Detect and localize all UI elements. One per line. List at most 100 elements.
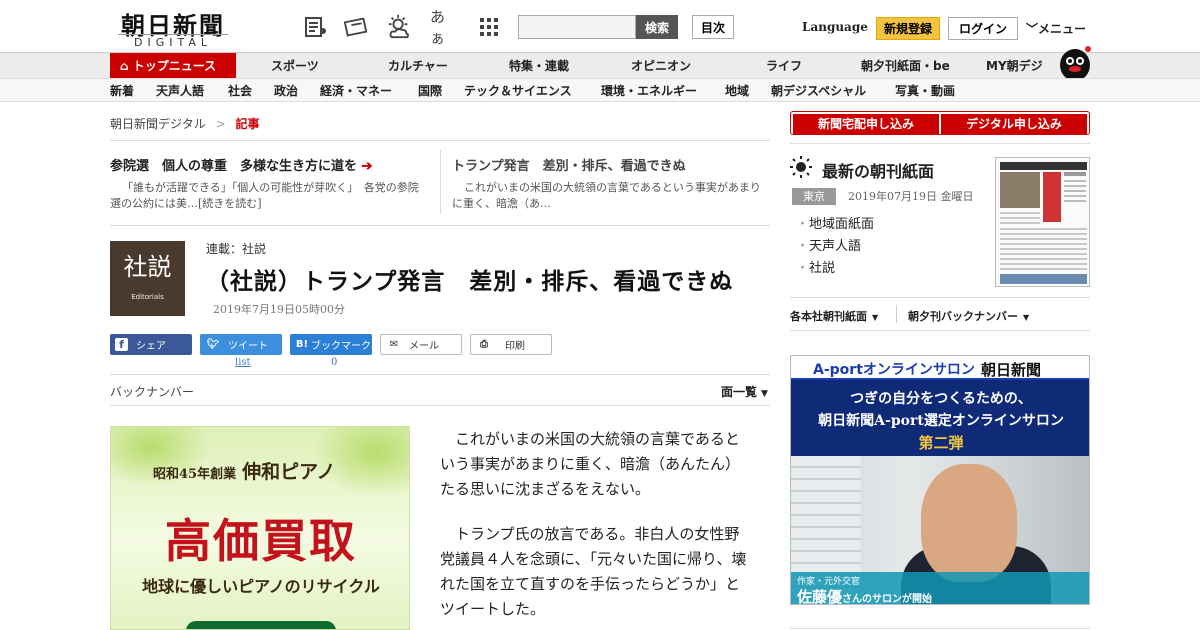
nav2-society[interactable]: 社会: [228, 79, 252, 103]
caret-down-icon: ▼: [872, 313, 879, 322]
article-headline: （社説）トランプ発言 差別・排斥、看過できぬ: [206, 268, 734, 295]
nav2-new[interactable]: 新着: [110, 79, 134, 103]
twitter-share-button[interactable]: 🐦︎ ツイート: [200, 334, 282, 355]
facebook-icon: f: [115, 338, 128, 351]
print-button[interactable]: ⎙ 印刷: [470, 334, 552, 355]
nav2-photo[interactable]: 写真・動画: [895, 79, 955, 103]
ad-line1: つぎの自分をつくるための、: [850, 391, 1032, 407]
twitter-icon: 🐦︎: [206, 339, 220, 350]
nav-top-news-label: トップニュース: [132, 59, 217, 73]
ticket-icon[interactable]: [343, 14, 369, 40]
breadcrumb: 朝日新聞デジタル > 記事: [110, 115, 260, 132]
branch-papers-dropdown[interactable]: 各本社朝刊紙面 ▼: [790, 308, 878, 324]
ad-person-face: [921, 464, 1017, 582]
language-link[interactable]: Language: [802, 20, 868, 34]
backnumber-label: バックナンバー: [110, 385, 195, 399]
twitter-share-label: ツイート: [228, 341, 268, 352]
newspaper-thumbnail[interactable]: [995, 157, 1090, 287]
facebook-share-label: シェア: [136, 341, 166, 352]
sidebar-link-editorial[interactable]: 社説: [796, 257, 835, 276]
search-button[interactable]: 検索: [636, 15, 678, 39]
paper-backnumber-label: 朝夕刊バックナンバー: [908, 310, 1018, 323]
editorial-thumbnail-label: 社説: [123, 253, 172, 281]
primary-nav: ⌂ トップニュース スポーツ カルチャー 特集・連載 オピニオン ライフ 朝夕刊…: [0, 46, 1200, 81]
nav2-environment[interactable]: 環境・エネルギー: [601, 79, 697, 103]
nav2-tensei[interactable]: 天声人語: [156, 79, 204, 103]
branch-papers-label: 各本社朝刊紙面: [790, 310, 867, 323]
sidebar-link-local[interactable]: 地域面紙面: [796, 213, 874, 232]
menu-label: メニュー: [1038, 22, 1087, 36]
page-list-dropdown[interactable]: 面一覧 ▼: [721, 383, 768, 400]
home-delivery-button[interactable]: 新聞宅配申し込み: [793, 114, 939, 134]
ad-cta-button[interactable]: [186, 621, 336, 629]
nav2-economy[interactable]: 経済・マネー: [320, 79, 392, 103]
register-button[interactable]: 新規登録: [876, 17, 940, 40]
aport-salon-ad[interactable]: A-portオンラインサロン 朝日新聞 つぎの自分をつくるための、 朝日新聞A-…: [790, 355, 1090, 605]
ad-suffix: さんのサロンが開始: [842, 594, 933, 605]
facebook-share-button[interactable]: f シェア: [110, 334, 192, 355]
hatena-bookmark-button[interactable]: B! ブックマーク: [290, 334, 372, 355]
subscription-buttons: 新聞宅配申し込み デジタル申し込み: [790, 111, 1090, 135]
region-badge: 東京: [792, 188, 836, 205]
site-logo-sub: DIGITAL: [118, 34, 228, 49]
nav2-tech[interactable]: テック＆サイエンス: [464, 79, 572, 103]
series-label[interactable]: 連載：社説: [206, 240, 266, 257]
weather-icon[interactable]: [386, 14, 412, 40]
site-header: 朝日新聞 DIGITAL あぁ 検索 目次 Language 新規登録 ログイン…: [0, 0, 1200, 52]
related-item[interactable]: トランプ発言 差別・排斥、看過できぬ これがいまの米国の大統領の言葉であるという…: [452, 155, 768, 212]
mascot-icon[interactable]: [1058, 43, 1092, 81]
nav-culture[interactable]: カルチャー: [388, 53, 448, 79]
caret-down-icon: ▼: [1023, 313, 1030, 322]
mail-button[interactable]: ✉ メール: [380, 334, 462, 355]
hatena-label: ブックマーク: [311, 341, 371, 352]
paper-date: 2019年07月19日 金曜日: [848, 190, 974, 203]
sidebar-link-tensei[interactable]: 天声人語: [796, 235, 861, 254]
kana-size-icon[interactable]: あぁ: [430, 8, 456, 47]
home-icon: ⌂: [120, 59, 133, 73]
print-icon: ⎙: [480, 339, 488, 350]
nav-paper[interactable]: 朝夕刊紙面・be: [861, 53, 950, 79]
nav-top-news[interactable]: ⌂ トップニュース: [110, 53, 236, 79]
ad-header-bar: A-portオンラインサロン 朝日新聞: [791, 356, 1089, 380]
related-title[interactable]: トランプ発言 差別・排斥、看過できぬ: [452, 155, 768, 174]
toc-button[interactable]: 目次: [692, 15, 734, 39]
related-title[interactable]: 参院選 個人の尊重 多様な生き方に道を ➔: [110, 155, 426, 174]
nav2-special[interactable]: 朝デジスペシャル: [771, 79, 866, 103]
latest-paper-title[interactable]: 最新の朝刊紙面: [822, 158, 934, 182]
breadcrumb-home[interactable]: 朝日新聞デジタル: [110, 117, 206, 131]
nav-features[interactable]: 特集・連載: [509, 53, 569, 79]
piano-ad[interactable]: 昭和45年創業 伸和ピアノ 高価買取 地球に優しいピアノのリサイクル: [110, 426, 410, 630]
newspaper-icon[interactable]: [302, 14, 328, 40]
twitter-count[interactable]: list: [235, 357, 251, 368]
mail-icon: ✉: [389, 339, 399, 350]
menu-button[interactable]: ﹀メニュー: [1026, 20, 1086, 37]
sun-icon: [790, 156, 812, 182]
paper-backnumber-dropdown[interactable]: 朝夕刊バックナンバー ▼: [908, 308, 1029, 324]
nav-sports[interactable]: スポーツ: [271, 53, 319, 79]
asahi-logo: 朝日新聞: [981, 361, 1042, 379]
ad-brand: 伸和ピアノ: [242, 461, 336, 483]
digital-subscribe-button[interactable]: デジタル申し込み: [941, 114, 1087, 134]
hatena-icon: B!: [295, 339, 309, 350]
ad-tagline: 地球に優しいピアノのリサイクル: [142, 577, 380, 596]
mail-label: メール: [409, 341, 439, 352]
nav2-international[interactable]: 国際: [418, 79, 442, 103]
grid-menu-icon[interactable]: [476, 14, 502, 40]
related-item[interactable]: 参院選 個人の尊重 多様な生き方に道を ➔ 「誰もが活躍できる」「個人の可能性が…: [110, 155, 426, 212]
article-date: 2019年7月19日05時00分: [213, 303, 345, 316]
nav-my-asahi[interactable]: MY朝デジ: [986, 53, 1043, 79]
login-button[interactable]: ログイン: [948, 17, 1018, 40]
article-paragraph: トランプ氏の放言である。非白人の女性野党議員４人を念頭に、「元々いた国に帰り、壊…: [440, 525, 747, 618]
hatena-count[interactable]: 0: [331, 357, 337, 368]
ad-line2: 朝日新聞A-port選定オンラインサロン: [818, 413, 1064, 429]
nav-life[interactable]: ライフ: [766, 53, 802, 79]
breadcrumb-separator: >: [215, 117, 226, 131]
aport-logo: A-portオンラインサロン: [813, 362, 975, 378]
ad-founded: 昭和45年創業 伸和ピアノ: [153, 461, 336, 483]
nav2-politics[interactable]: 政治: [274, 79, 298, 103]
nav-opinion[interactable]: オピニオン: [631, 53, 691, 79]
secondary-nav: 新着 天声人語 社会 政治 経済・マネー 国際 テック＆サイエンス 環境・エネル…: [0, 78, 1200, 102]
nav2-region[interactable]: 地域: [725, 79, 749, 103]
ad-caption: 作家・元外交官 佐藤優さんのサロンが開始: [791, 572, 1089, 605]
search-input[interactable]: [518, 15, 636, 39]
